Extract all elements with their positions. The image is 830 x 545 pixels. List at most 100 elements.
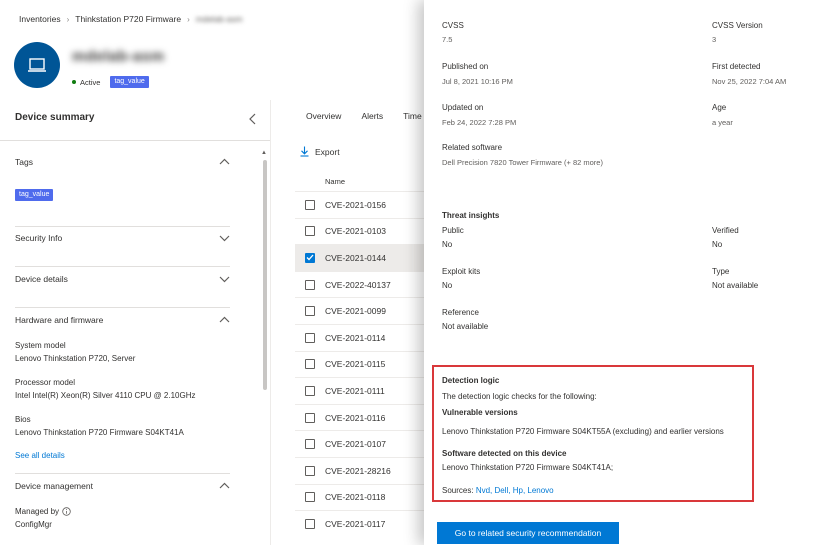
table-row[interactable]: CVE-2021-0103 [295,217,425,245]
download-icon [300,146,309,157]
detection-logic-intro: The detection logic checks for the follo… [442,392,597,401]
chevron-up-icon [219,316,230,323]
row-checkbox[interactable] [305,252,315,263]
row-checkbox[interactable] [305,279,315,290]
divider [0,140,270,141]
device-management-label: Device management [15,481,93,491]
published-label: Published on [442,62,489,71]
table-row[interactable]: CVE-2021-0117 [295,510,425,537]
divider [15,266,230,267]
bios-value: Lenovo Thinkstation P720 Firmware S04KT4… [15,428,184,437]
hardware-section-header[interactable]: Hardware and firmware [15,315,230,325]
cve-name[interactable]: CVE-2021-0116 [325,413,385,423]
reference-label: Reference [442,308,479,317]
row-checkbox[interactable] [305,492,315,503]
public-label: Public [442,226,464,235]
breadcrumb-software[interactable]: Thinkstation P720 Firmware [75,14,181,24]
reference-value: Not available [442,322,489,331]
scroll-up-arrow-icon[interactable]: ▲ [261,150,267,156]
row-checkbox[interactable] [305,226,315,237]
chevron-down-icon [219,235,230,242]
row-checkbox[interactable] [305,359,315,370]
verified-value: No [712,240,723,249]
cve-name[interactable]: CVE-2021-0114 [325,333,385,343]
cve-name[interactable]: CVE-2021-0099 [325,306,386,316]
cve-name[interactable]: CVE-2022-40137 [325,280,391,290]
tab-alerts[interactable]: Alerts [361,111,383,121]
age-value: a year [712,118,733,127]
divider [15,307,230,308]
vulnerable-versions-label: Vulnerable versions [442,408,518,417]
device-status: Active tag_value [72,76,149,88]
tag-badge: tag_value [15,189,54,201]
security-info-section[interactable]: Security Info [15,233,230,243]
row-checkbox[interactable] [305,439,315,450]
processor-label: Processor model [15,378,76,387]
chevron-right-icon: › [187,14,190,24]
table-row[interactable]: CVE-2021-0114 [295,323,425,351]
chevron-left-icon [249,113,256,125]
tab-timeline[interactable]: Time [403,111,422,121]
cve-name[interactable]: CVE-2021-0156 [325,200,386,210]
table-row[interactable]: CVE-2021-0156 [295,191,425,218]
table-row[interactable]: CVE-2021-28216 [295,456,425,484]
divider [270,100,271,545]
export-button[interactable]: Export [300,146,340,157]
device-details-section[interactable]: Device details [15,274,230,284]
row-checkbox[interactable] [305,518,315,529]
detection-logic-title: Detection logic [442,376,500,385]
breadcrumb-inventories[interactable]: Inventories [19,14,61,24]
device-details-label: Device details [15,274,68,284]
row-checkbox[interactable] [305,332,315,343]
table-row[interactable]: CVE-2021-0107 [295,430,425,457]
table-row[interactable]: CVE-2021-0118 [295,483,425,511]
cve-name[interactable]: CVE-2021-0107 [325,439,386,449]
tags-section-header[interactable]: Tags [15,157,230,167]
table-row[interactable]: CVE-2021-0099 [295,297,425,324]
row-checkbox[interactable] [305,465,315,476]
row-checkbox[interactable] [305,306,315,317]
go-to-recommendation-button[interactable]: Go to related security recommendation [437,522,619,544]
table-row[interactable]: CVE-2021-0111 [295,377,425,404]
cve-name[interactable]: CVE-2021-0103 [325,226,386,236]
security-info-label: Security Info [15,233,63,243]
tab-overview[interactable]: Overview [306,111,341,121]
row-checkbox[interactable] [305,412,315,423]
table-row[interactable]: CVE-2021-0144 [295,244,425,271]
cve-name[interactable]: CVE-2021-0115 [325,359,385,369]
type-label: Type [712,267,730,276]
type-value: Not available [712,281,759,290]
system-model-value: Lenovo Thinkstation P720, Server [15,354,136,363]
cvss-value: 7.5 [442,35,453,44]
device-tabs: Overview Alerts Time [306,111,422,121]
cve-name[interactable]: CVE-2021-0117 [325,519,385,529]
info-icon [62,507,71,516]
table-row[interactable]: CVE-2022-40137 [295,270,425,298]
scrollbar-thumb[interactable] [263,160,267,390]
table-row[interactable]: CVE-2021-0116 [295,403,425,431]
tags-section: Tags tag_value [15,157,230,201]
cve-name[interactable]: CVE-2021-0111 [325,386,385,396]
collapse-summary-button[interactable] [248,112,260,126]
cve-name[interactable]: CVE-2021-28216 [325,466,391,476]
table-row[interactable]: CVE-2021-0115 [295,350,425,378]
related-software-label: Related software [442,143,503,152]
first-detected-label: First detected [712,62,761,71]
column-header-name[interactable]: Name [325,177,345,186]
threat-insights-heading: Threat insights [442,211,500,220]
device-management-header[interactable]: Device management [15,481,230,491]
cve-name[interactable]: CVE-2021-0144 [325,253,386,263]
active-status-dot [72,80,76,84]
device-name: mdelab-asm [72,48,165,65]
row-checkbox[interactable] [305,385,315,396]
breadcrumb: Inventories › Thinkstation P720 Firmware… [19,14,243,24]
breadcrumb-device: mdelab-asm [195,14,243,24]
first-detected-value: Nov 25, 2022 7:04 AM [712,77,787,86]
sources-links[interactable]: Nvd, Dell, Hp, Lenovo [476,486,554,495]
row-checkbox[interactable] [305,199,315,210]
software-detected-value: Lenovo Thinkstation P720 Firmware S04KT4… [442,463,614,472]
device-tag-badge: tag_value [110,76,149,88]
tags-section-label: Tags [15,157,33,167]
see-all-details-link[interactable]: See all details [15,451,230,460]
cve-name[interactable]: CVE-2021-0118 [325,492,385,502]
